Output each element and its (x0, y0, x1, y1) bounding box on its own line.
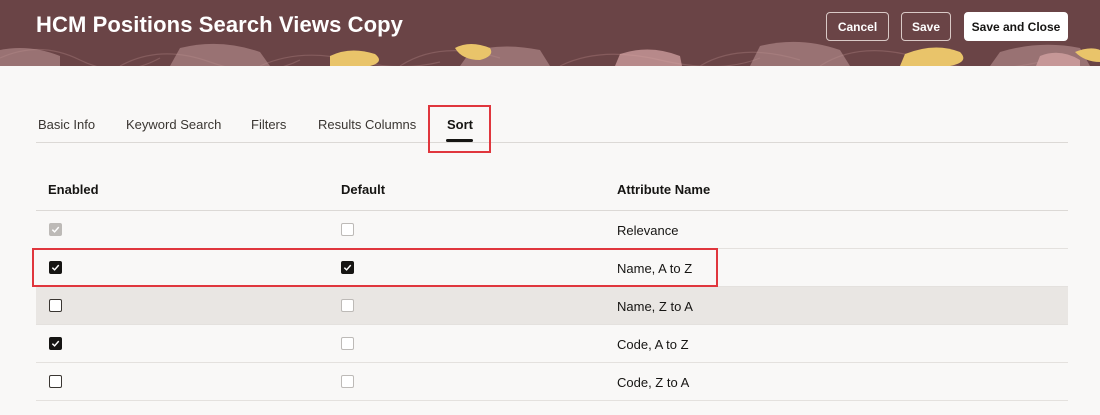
default-checkbox (341, 223, 354, 236)
table-row: Code, Z to A (36, 363, 1068, 401)
column-header-enabled: Enabled (48, 182, 99, 197)
enabled-checkbox (49, 223, 62, 236)
save-and-close-button[interactable]: Save and Close (964, 12, 1068, 41)
enabled-checkbox[interactable] (49, 299, 62, 312)
table-row: Code, A to Z (36, 325, 1068, 363)
tab-basic-info[interactable]: Basic Info (38, 117, 95, 132)
cancel-button[interactable]: Cancel (826, 12, 889, 41)
table-row: Name, Z to A (36, 287, 1068, 325)
tab-filters[interactable]: Filters (251, 117, 286, 132)
column-header-attribute-name: Attribute Name (617, 182, 711, 197)
attribute-name: Name, Z to A (617, 299, 693, 314)
page-header: HCM Positions Search Views Copy Cancel S… (0, 0, 1100, 66)
name-a-to-z-row-highlight (32, 248, 718, 287)
column-header-default: Default (341, 182, 386, 197)
enabled-checkbox[interactable] (49, 375, 62, 388)
table-row: Relevance (36, 211, 1068, 249)
tab-results-columns[interactable]: Results Columns (318, 117, 416, 132)
tabs-divider (36, 142, 1068, 143)
attribute-name: Code, A to Z (617, 337, 689, 352)
attribute-name: Relevance (617, 223, 679, 238)
enabled-checkbox[interactable] (49, 337, 62, 350)
default-checkbox (341, 337, 354, 350)
save-button[interactable]: Save (901, 12, 951, 41)
tab-keyword-search[interactable]: Keyword Search (126, 117, 221, 132)
default-checkbox (341, 375, 354, 388)
default-checkbox (341, 299, 354, 312)
sort-tab-highlight (428, 105, 491, 153)
page-title: HCM Positions Search Views Copy (36, 12, 404, 37)
attribute-name: Code, Z to A (617, 375, 690, 390)
